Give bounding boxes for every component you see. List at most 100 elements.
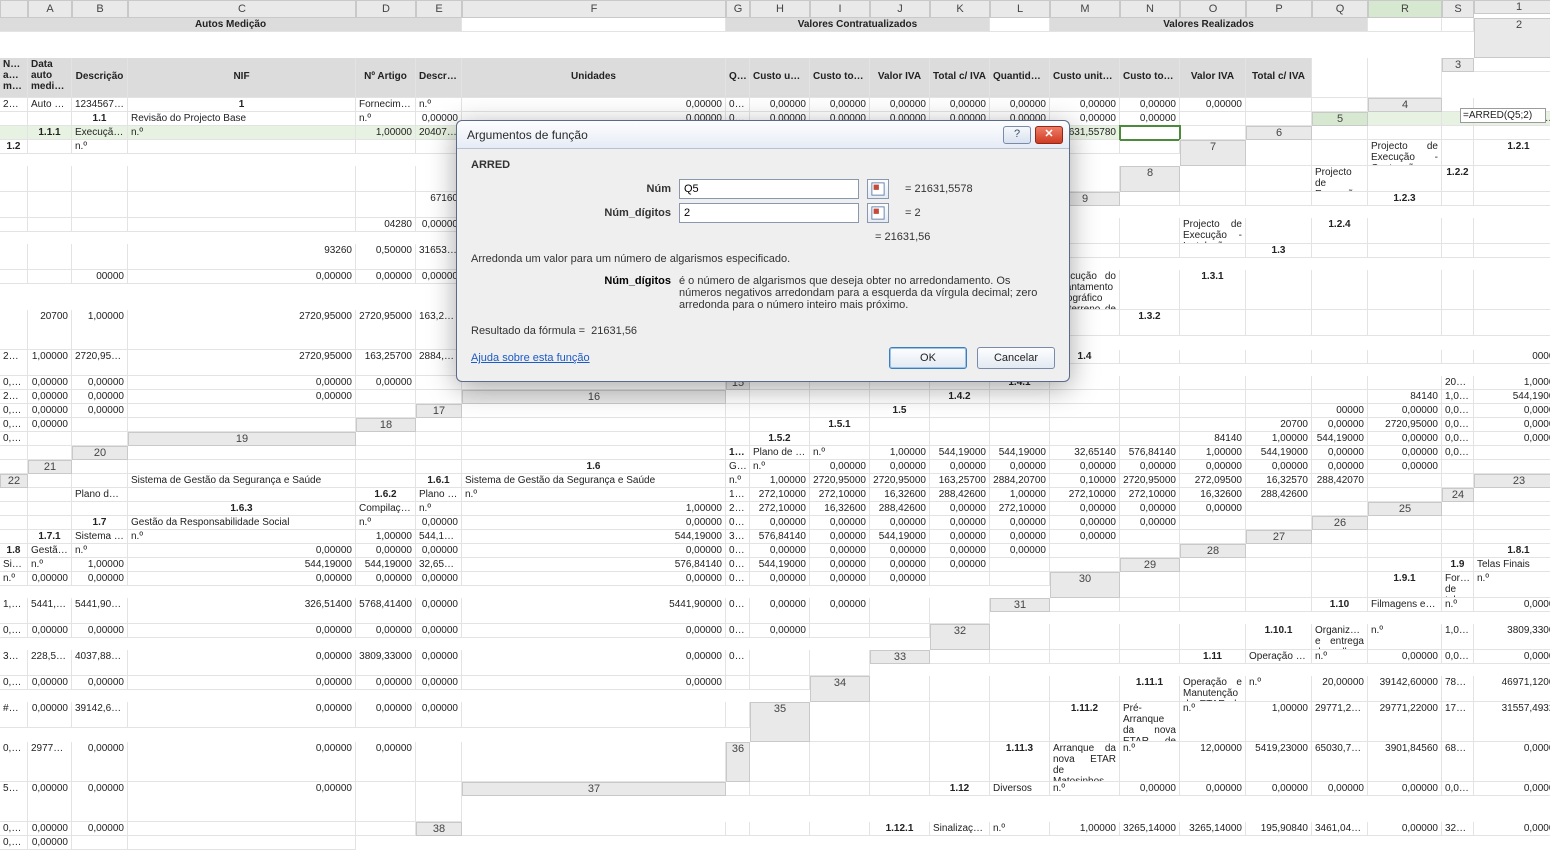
cell-L16[interactable]: 84140 (1368, 390, 1442, 404)
cell-L12[interactable]: 20700 (28, 310, 72, 350)
cell-I29[interactable]: 0,00000 (72, 572, 128, 586)
select-all-corner[interactable] (0, 0, 28, 18)
cell-B6[interactable] (1368, 126, 1442, 140)
row-header-19[interactable]: 19 (128, 432, 356, 446)
row-header-6[interactable]: 6 (1246, 126, 1312, 140)
cell-K17[interactable] (1246, 404, 1312, 418)
cell-G35[interactable]: n.º (1180, 702, 1246, 742)
col-header-D[interactable]: D (356, 0, 416, 18)
cell-A29[interactable] (1180, 558, 1246, 572)
cell-P15[interactable]: 0,00000 (72, 390, 128, 404)
cell-Q25[interactable]: 0,00000 (1120, 516, 1180, 530)
cell-E16[interactable]: 1.4.2 (930, 390, 990, 404)
cell-P32[interactable]: 0,00000 (462, 650, 726, 676)
cell-S37[interactable] (356, 822, 416, 836)
cell-F24[interactable]: Compilação Técnica (356, 502, 416, 516)
cell-L28[interactable]: 576,84140 (462, 558, 726, 572)
cell-L29[interactable]: 0,00000 (416, 572, 462, 586)
cell-K15[interactable] (1368, 376, 1442, 390)
cell-F16[interactable] (990, 390, 1050, 404)
cell-G7[interactable] (28, 166, 72, 192)
cell-A33[interactable] (930, 650, 990, 664)
cell-I36[interactable]: 5419,23000 (1246, 742, 1312, 782)
cell-R16[interactable] (128, 404, 356, 418)
cell-J7[interactable] (356, 166, 416, 192)
cell-B26[interactable] (1442, 516, 1474, 530)
cell-O19[interactable]: 0,00000 (1368, 432, 1442, 446)
cell-D11[interactable] (1180, 244, 1246, 258)
cell-R35[interactable] (416, 742, 462, 782)
cell-I38[interactable]: 3265,14000 (1120, 822, 1180, 836)
cell-F13[interactable] (1180, 310, 1246, 336)
cell-F21[interactable]: Gestão da Segurança e Saúde (726, 460, 750, 474)
col-header-I[interactable]: I (810, 0, 870, 18)
cell-K19[interactable] (1120, 432, 1180, 446)
cell-G12[interactable] (1312, 270, 1368, 310)
cell-S32[interactable] (810, 650, 870, 676)
cell-R30[interactable] (870, 598, 930, 624)
cell-B3[interactable]: 28-10-2015 (0, 98, 28, 112)
cell-H11[interactable] (1442, 244, 1474, 258)
cell-M29[interactable]: 0,00000 (462, 572, 726, 586)
cell-J38[interactable]: 3265,14000 (1180, 822, 1246, 836)
cell-B10[interactable] (1120, 218, 1180, 244)
cell-Q27[interactable]: 0,00000 (990, 544, 1050, 558)
cell-B30[interactable] (1180, 572, 1246, 598)
cell-B22[interactable] (72, 474, 128, 488)
cell-E4[interactable]: 1.1 (72, 112, 128, 126)
cell-E20[interactable]: 1.5.3 (726, 446, 750, 460)
cell-D9[interactable] (1312, 192, 1368, 206)
cell-C10[interactable]: Projecto de Execução - Instalação Eléctr… (1180, 218, 1246, 244)
cell-I25[interactable]: 0,00000 (462, 516, 726, 530)
cell-R5[interactable] (1120, 126, 1180, 140)
cell-P23[interactable]: 16,32600 (1180, 488, 1246, 502)
cell-J28[interactable]: 544,19000 (356, 558, 416, 572)
cell-I35[interactable]: 29771,22000 (1312, 702, 1368, 742)
cell-R15[interactable] (356, 390, 416, 404)
cell-L33[interactable]: 0,00000 (28, 676, 72, 690)
cell-S28[interactable] (1050, 558, 1120, 572)
cell-E7[interactable]: 1.2.1 (1474, 140, 1550, 166)
cell-Q31[interactable]: 0,00000 (750, 624, 810, 638)
cell-P36[interactable]: 0,00000 (72, 782, 128, 822)
cell-P37[interactable]: 0,00000 (28, 822, 72, 836)
cell-R17[interactable] (72, 418, 128, 432)
cell-J15[interactable] (1312, 376, 1368, 390)
cell-P3[interactable]: 0,00000 (1120, 98, 1180, 112)
row-header-24[interactable]: 24 (1442, 488, 1474, 502)
cell-D29[interactable] (1368, 558, 1442, 572)
cell-B38[interactable] (726, 822, 750, 836)
cell-H9[interactable] (0, 218, 28, 232)
cell-H16[interactable] (1120, 390, 1180, 404)
cell-K36[interactable]: 3901,84560 (1368, 742, 1442, 782)
cell-J11[interactable] (0, 270, 28, 284)
cell-F38[interactable]: Sinalização de segurança da ETAR (930, 822, 990, 836)
cell-Q19[interactable]: 0,00000 (1474, 432, 1550, 446)
cell-L9[interactable]: 04280 (356, 218, 416, 232)
cell-N20[interactable]: 544,19000 (1246, 446, 1312, 460)
row-header-18[interactable]: 18 (356, 418, 416, 432)
cell-M35[interactable]: 0,00000 (0, 742, 28, 782)
cell-I6[interactable] (356, 140, 416, 154)
cell-M21[interactable]: 0,00000 (1120, 460, 1180, 474)
cell-L13[interactable]: 20700 (0, 350, 28, 376)
cell-C27[interactable] (1442, 530, 1474, 544)
cell-A30[interactable] (1120, 572, 1180, 598)
row-header-23[interactable]: 23 (1474, 474, 1550, 488)
cell-G38[interactable]: n.º (990, 822, 1050, 836)
cell-N25[interactable]: 0,00000 (930, 516, 990, 530)
cell-G27[interactable]: n.º (72, 544, 128, 558)
cell-M14[interactable]: 0,00000 (0, 376, 28, 390)
cell-B21[interactable] (128, 460, 356, 474)
cell-F25[interactable]: Gestão da Responsabilidade Social (128, 516, 356, 530)
cell-N28[interactable]: 544,19000 (750, 558, 810, 572)
cell-I24[interactable]: 272,10000 (726, 502, 750, 516)
cell-N14[interactable]: 0,00000 (28, 376, 72, 390)
col-header-J[interactable]: J (870, 0, 930, 18)
cell-R38[interactable] (72, 836, 128, 850)
arg2-range-select-button[interactable] (867, 203, 889, 223)
cell-A17[interactable] (462, 404, 726, 418)
cell-H17[interactable] (1050, 404, 1120, 418)
cell-B27[interactable] (1368, 530, 1442, 544)
cell-H34[interactable]: 20,00000 (1312, 676, 1368, 702)
